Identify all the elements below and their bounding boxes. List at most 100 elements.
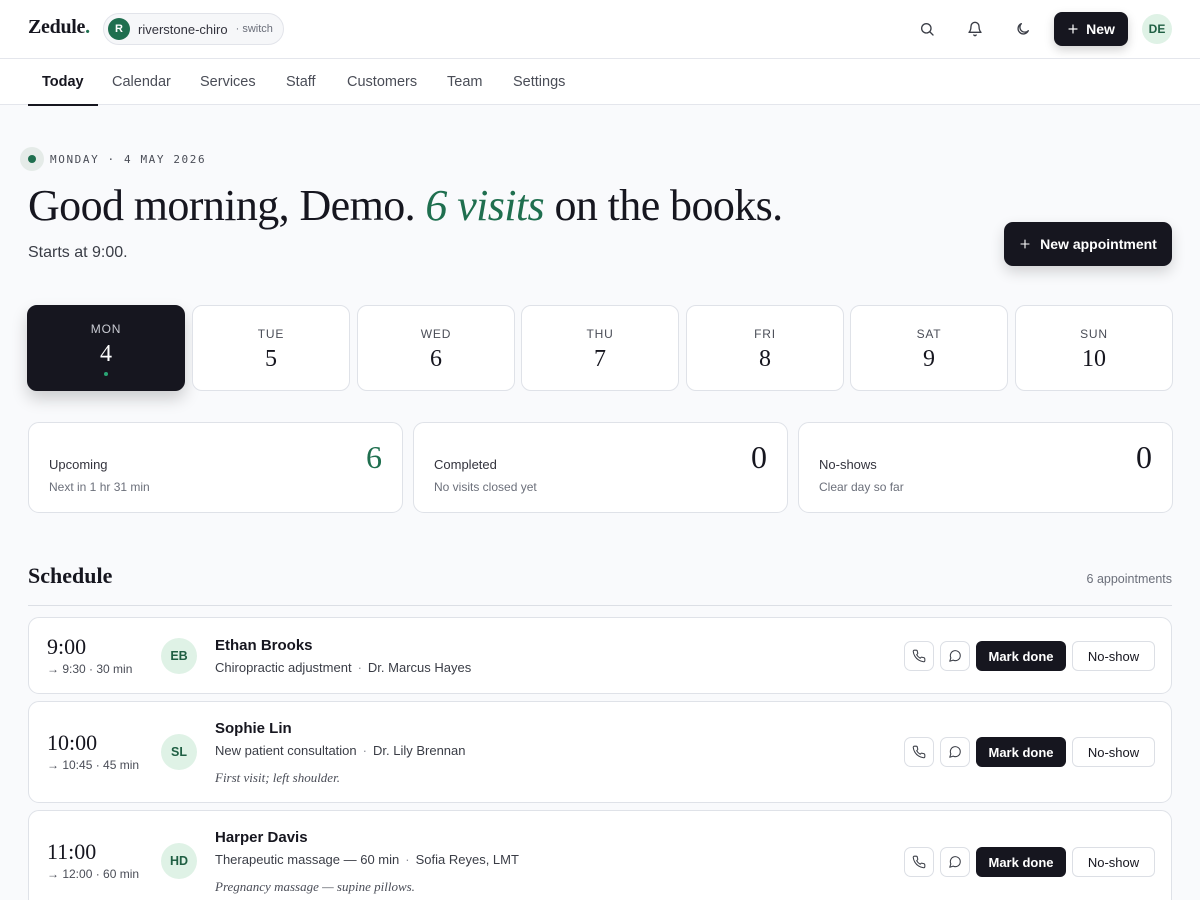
appointment-card[interactable]: 11:00 → 12:00 · 60 min HD Harper Davis T… [28, 810, 1172, 900]
mark-done-button[interactable]: Mark done [976, 737, 1066, 767]
search-icon [921, 23, 934, 36]
day-number: 9 [923, 346, 935, 372]
new-appointment-button[interactable]: New appointment [1004, 222, 1172, 266]
service-line: Therapeutic massage — 60 min · Sofia Reyes… [215, 852, 519, 867]
day-mon[interactable]: MON 4 [27, 305, 185, 391]
new-appointment-label: New appointment [1040, 236, 1157, 252]
call-button[interactable] [904, 847, 934, 877]
workspace-switcher[interactable]: R riverstone-chiro · switch [103, 13, 284, 45]
appointment-note: Pregnancy massage — supine pillows. [215, 879, 415, 894]
workspace-avatar: R [108, 18, 130, 40]
date-indicator: MONDAY · 4 MAY 2026 [20, 147, 206, 171]
service-name: Therapeutic massage — 60 min [215, 852, 400, 867]
customer-avatar: SL [161, 734, 197, 770]
workspace-name: riverstone-chiro [138, 21, 228, 37]
notifications-button[interactable] [960, 14, 990, 44]
schedule-title: Schedule [28, 563, 113, 588]
service-name: New patient consultation [215, 743, 357, 758]
appointment-time: 10:00 [47, 730, 98, 755]
stat-value: 6 [366, 439, 382, 475]
no-show-button[interactable]: No-show [1072, 641, 1155, 671]
day-tue[interactable]: TUE 5 [192, 305, 350, 391]
top-bar: Zedule. R riverstone-chiro · switch New … [0, 0, 1200, 58]
brand-dot: . [85, 16, 90, 38]
appointment-end-duration: → 10:45 · 45 min [47, 758, 140, 772]
brand-logo[interactable]: Zedule. [28, 16, 90, 39]
service-line: New patient consultation · Dr. Lily Brenna… [215, 743, 466, 758]
appointment-card[interactable]: 10:00 → 10:45 · 45 min SL Sophie Lin New… [28, 701, 1172, 803]
day-fri[interactable]: FRI 8 [686, 305, 844, 391]
tab-customers[interactable]: Customers [347, 59, 417, 105]
day-name: WED [420, 327, 452, 341]
stat-subtext: Clear day so far [819, 480, 904, 494]
provider-name: Dr. Lily Brennan [373, 743, 466, 758]
message-button[interactable] [940, 847, 970, 877]
current-date: MONDAY · 4 MAY 2026 [50, 152, 207, 166]
start-time-note: Starts at 9:00. [28, 244, 128, 261]
stat-subtext: No visits closed yet [434, 480, 537, 494]
mark-done-button[interactable]: Mark done [976, 847, 1066, 877]
day-sat[interactable]: SAT 9 [850, 305, 1008, 391]
provider-name: Dr. Marcus Hayes [367, 660, 472, 675]
day-name: MON [90, 322, 122, 336]
appointment-note: First visit; left shoulder. [215, 770, 340, 785]
stat-value: 0 [1136, 439, 1152, 475]
separator-dot: · [405, 852, 410, 867]
no-show-button[interactable]: No-show [1072, 737, 1155, 767]
day-wed[interactable]: WED 6 [357, 305, 515, 391]
today-dot-icon [104, 372, 108, 376]
customer-avatar: EB [161, 638, 197, 674]
main-nav: Today Calendar Services Staff Customers … [0, 58, 1200, 106]
plus-icon [1020, 239, 1030, 249]
customer-name[interactable]: Sophie Lin [215, 720, 292, 737]
service-name: Chiropractic adjustment [215, 660, 352, 675]
visit-count-highlight: 6 visits [425, 181, 545, 230]
appointment-end-duration: → 12:00 · 60 min [47, 867, 140, 881]
day-number: 7 [594, 346, 606, 372]
day-name: SUN [1080, 327, 1108, 341]
no-show-button[interactable]: No-show [1072, 847, 1155, 877]
new-button[interactable]: New [1054, 12, 1128, 46]
live-dot-icon [20, 147, 44, 171]
tab-settings[interactable]: Settings [513, 59, 565, 105]
stat-label: No-shows [819, 457, 877, 472]
plus-icon [1068, 24, 1078, 34]
phone-icon [912, 855, 926, 869]
tab-services[interactable]: Services [200, 59, 256, 105]
separator-dot: · [362, 743, 367, 758]
appointment-time: 11:00 [47, 839, 97, 864]
day-sun[interactable]: SUN 10 [1015, 305, 1173, 391]
workspace-switch-label: · switch [235, 23, 273, 35]
tab-today[interactable]: Today [28, 59, 98, 106]
message-button[interactable] [940, 641, 970, 671]
call-button[interactable] [904, 737, 934, 767]
stat-subtext: Next in 1 hr 31 min [49, 480, 150, 494]
customer-avatar: HD [161, 843, 197, 879]
tab-staff[interactable]: Staff [286, 59, 316, 105]
message-icon [949, 856, 961, 868]
day-number: 10 [1082, 346, 1106, 372]
search-button[interactable] [912, 14, 942, 44]
brand-name: Zedule [28, 16, 86, 38]
phone-icon [912, 649, 926, 663]
message-icon [949, 746, 961, 758]
stat-card-upcoming: Upcoming Next in 1 hr 31 min 6 [28, 422, 403, 513]
page-title: Good morning, Demo. 6 visits on the book… [28, 180, 783, 231]
customer-name[interactable]: Ethan Brooks [215, 637, 313, 654]
message-button[interactable] [940, 737, 970, 767]
user-avatar[interactable]: DE [1142, 14, 1172, 44]
stat-value: 0 [751, 439, 767, 475]
greeting-suffix: on the books. [554, 181, 783, 230]
day-thu[interactable]: THU 7 [521, 305, 679, 391]
mark-done-button[interactable]: Mark done [976, 641, 1066, 671]
new-button-label: New [1086, 21, 1115, 37]
stat-card-completed: Completed No visits closed yet 0 [413, 422, 788, 513]
moon-icon [1017, 23, 1029, 35]
customer-name[interactable]: Harper Davis [215, 829, 308, 846]
tab-team[interactable]: Team [447, 59, 482, 105]
tab-calendar[interactable]: Calendar [112, 59, 171, 105]
theme-toggle-button[interactable] [1008, 14, 1038, 44]
appointment-count: 6 appointments [1086, 572, 1172, 586]
call-button[interactable] [904, 641, 934, 671]
appointment-card[interactable]: 9:00 → 9:30 · 30 min EB Ethan Brooks Chi… [28, 617, 1172, 694]
